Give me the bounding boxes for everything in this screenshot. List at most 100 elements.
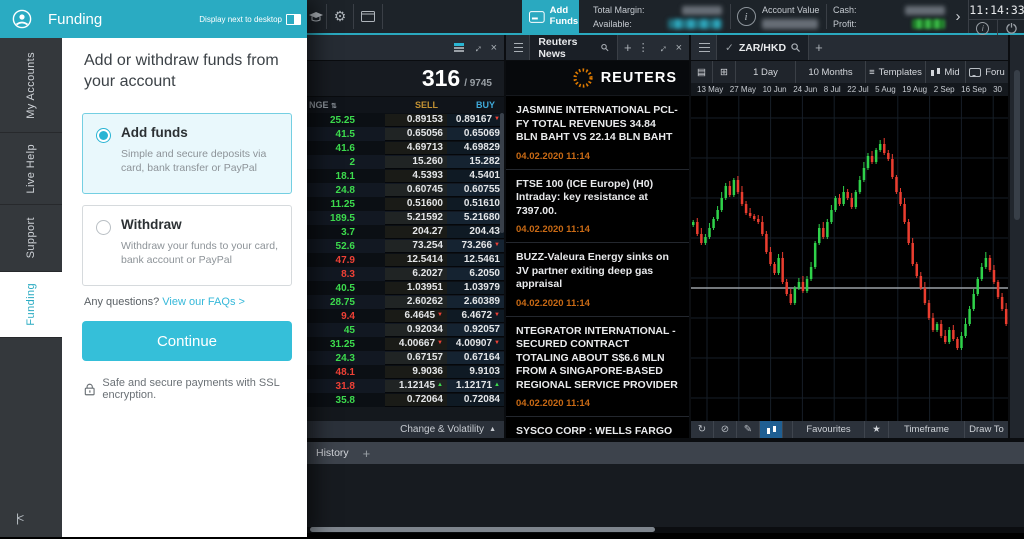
buy-price-cell[interactable]: 4.00907▼	[447, 338, 504, 351]
disable-icon[interactable]: ⊘	[714, 421, 737, 438]
sell-price-cell[interactable]: 6.2027	[385, 268, 447, 281]
watchlist-row[interactable]: 52.673.25473.266▼	[307, 239, 504, 253]
close-icon[interactable]: ×	[491, 42, 497, 54]
buy-price-cell[interactable]: 12.5461	[447, 254, 504, 267]
favourites-button[interactable]: Favourites	[792, 421, 864, 438]
buy-price-cell[interactable]: 5.21680	[447, 212, 504, 225]
faq-link[interactable]: View our FAQs >	[162, 296, 245, 308]
candlestick-chart[interactable]	[691, 96, 1008, 421]
watchlist-list-icon[interactable]	[454, 43, 464, 52]
timeframe-button[interactable]: Timeframe	[888, 421, 964, 438]
interval-button[interactable]: 1 Day	[736, 61, 796, 83]
buy-price-cell[interactable]: 4.5401	[447, 170, 504, 183]
buy-price-cell[interactable]: 15.282	[447, 156, 504, 169]
buy-price-cell[interactable]: 0.89167▼	[447, 114, 504, 127]
watchlist-row[interactable]: 48.19.90369.9103	[307, 365, 504, 379]
sell-price-cell[interactable]: 0.67157	[385, 352, 447, 365]
buy-price-cell[interactable]: 0.92057	[447, 324, 504, 337]
news-item[interactable]: SYSCO CORP : WELLS FARGO CUTS TO EQUAL W…	[506, 417, 689, 438]
watchlist-row[interactable]: 18.14.53934.5401	[307, 169, 504, 183]
kebab-icon[interactable]: ⋮	[638, 41, 649, 54]
buy-price-cell[interactable]: 1.12171▲	[447, 380, 504, 393]
pencil-icon[interactable]: ✎	[737, 421, 760, 438]
sell-price-cell[interactable]: 204.27	[385, 226, 447, 239]
buy-price-cell[interactable]: 1.03979	[447, 282, 504, 295]
watchlist-row[interactable]: 28.752.602622.60389	[307, 295, 504, 309]
expand-icon[interactable]: ↔	[469, 39, 485, 55]
buy-price-cell[interactable]: 9.9103	[447, 366, 504, 379]
expand-icon[interactable]: ↔	[654, 39, 670, 55]
buy-price-cell[interactable]: 0.65069	[447, 128, 504, 141]
watchlist-row[interactable]: 35.80.720640.72084	[307, 393, 504, 407]
sidebar-tab-live-help[interactable]: Live Help	[0, 133, 62, 205]
watchlist-row[interactable]: 11.250.516000.51610	[307, 197, 504, 211]
news-item[interactable]: JASMINE INTERNATIONAL PCL- FY TOTAL REVE…	[506, 96, 689, 170]
buy-price-cell[interactable]: 0.60755	[447, 184, 504, 197]
watchlist-row[interactable]: 24.80.607450.60755	[307, 183, 504, 197]
sell-price-cell[interactable]: 15.260	[385, 156, 447, 169]
tab-history[interactable]: History	[316, 447, 349, 459]
sell-price-cell[interactable]: 1.12145▲	[385, 380, 447, 393]
continue-button[interactable]: Continue	[82, 321, 292, 361]
news-item[interactable]: FTSE 100 (ICE Europe) (H0) Intraday: key…	[506, 170, 689, 244]
radio-withdraw[interactable]	[96, 220, 111, 235]
add-tab-button[interactable]: +	[363, 446, 371, 461]
sidebar-tab-my-accounts[interactable]: My Accounts	[0, 38, 62, 133]
menu-icon[interactable]	[699, 43, 710, 45]
grid-layout-icon[interactable]: ⊞	[713, 61, 736, 83]
option-withdraw[interactable]: Withdraw Withdraw your funds to your car…	[82, 205, 292, 286]
watchlist-row[interactable]: 9.46.4645▼6.4672▼	[307, 309, 504, 323]
watchlist-row[interactable]: 8.36.20276.2050	[307, 267, 504, 281]
watchlist-row[interactable]: 189.55.215925.21680	[307, 211, 504, 225]
buy-price-cell[interactable]: 0.51610	[447, 198, 504, 211]
templates-button[interactable]: ≡ Templates	[866, 61, 926, 83]
buy-price-cell[interactable]: 6.4672▼	[447, 310, 504, 323]
info-circle-icon[interactable]: i	[733, 0, 759, 33]
sidebar-tab-funding[interactable]: Funding	[0, 272, 62, 338]
watchlist-row[interactable]: 450.920340.92057	[307, 323, 504, 337]
news-item[interactable]: BUZZ-Valeura Energy sinks on JV partner …	[506, 243, 689, 317]
sell-price-cell[interactable]: 4.00667▼	[385, 338, 447, 351]
add-funds-button[interactable]: Add Funds	[522, 0, 579, 33]
sell-price-cell[interactable]: 0.65056	[385, 128, 447, 141]
buy-price-cell[interactable]: 0.67164	[447, 352, 504, 365]
mid-price-button[interactable]: Mid	[926, 61, 966, 83]
chart-type-candles-button[interactable]	[760, 421, 783, 438]
buy-price-cell[interactable]: 204.43	[447, 226, 504, 239]
refresh-icon[interactable]: ↻	[691, 421, 714, 438]
layout-window-icon[interactable]	[354, 0, 382, 33]
list-view-icon[interactable]: ▤	[691, 61, 713, 83]
education-icon[interactable]	[307, 0, 325, 33]
watchlist-row[interactable]: 47.912.541412.5461	[307, 253, 504, 267]
watchlist-row[interactable]: 40.51.039511.03979	[307, 281, 504, 295]
sell-price-cell[interactable]: 12.5414	[385, 254, 447, 267]
sell-price-cell[interactable]: 0.92034	[385, 324, 447, 337]
display-next-to-desktop[interactable]: Display next to desktop	[199, 14, 307, 25]
watchlist-row[interactable]: 41.64.697134.69829	[307, 141, 504, 155]
buy-price-cell[interactable]: 2.60389	[447, 296, 504, 309]
sell-price-cell[interactable]: 0.72064	[385, 394, 447, 407]
watchlist-row[interactable]: 3.7204.27204.43	[307, 225, 504, 239]
toggle-icon[interactable]	[286, 14, 301, 25]
sell-price-cell[interactable]: 2.60262	[385, 296, 447, 309]
watchlist-row[interactable]: 25.250.891530.89167▼	[307, 113, 504, 127]
buy-column-header[interactable]: BUY	[447, 100, 504, 110]
sell-price-cell[interactable]: 4.69713	[385, 142, 447, 155]
range-button[interactable]: 10 Months	[796, 61, 866, 83]
collapse-panel-icon[interactable]: |<	[16, 511, 22, 525]
watchlist-row[interactable]: 41.50.650560.65069	[307, 127, 504, 141]
settings-gear-icon[interactable]: ⚙	[327, 0, 353, 33]
horizontal-scrollbar[interactable]	[310, 527, 655, 532]
power-icon[interactable]	[998, 20, 1024, 36]
sell-price-cell[interactable]: 0.89153	[385, 114, 447, 127]
chart-scrollbar-thumb[interactable]	[1014, 70, 1020, 220]
sell-price-cell[interactable]: 0.51600	[385, 198, 447, 211]
new-tab-button[interactable]: +	[809, 40, 829, 55]
new-tab-button[interactable]: +	[618, 40, 638, 55]
watchlist-row[interactable]: 31.81.12145▲1.12171▲	[307, 379, 504, 393]
watchlist-row[interactable]: 24.30.671570.67164	[307, 351, 504, 365]
topbar-expand-chevron[interactable]: ›	[948, 0, 968, 33]
option-add-funds[interactable]: Add funds Simple and secure deposits via…	[82, 113, 292, 194]
sell-price-cell[interactable]: 73.254	[385, 240, 447, 253]
watchlist-row[interactable]: 215.26015.282	[307, 155, 504, 169]
